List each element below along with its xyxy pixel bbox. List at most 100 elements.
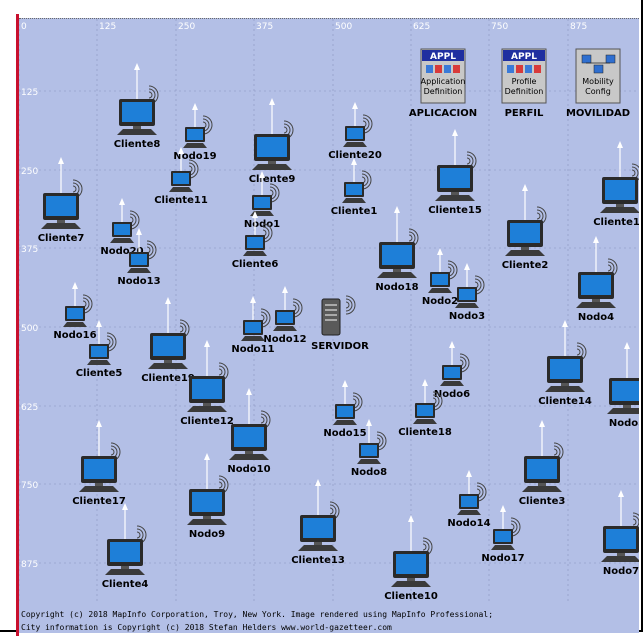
node-cliente15[interactable]: Cliente15 xyxy=(428,129,482,216)
antenna-arrow-icon xyxy=(72,282,78,289)
node-cliente3[interactable]: Cliente3 xyxy=(519,420,566,507)
antenna-arrow-icon xyxy=(437,248,443,255)
node-nodo6[interactable]: Nodo6 xyxy=(434,341,470,400)
node-cliente18a[interactable]: Nodo18 xyxy=(375,206,419,293)
profile-definition-icon[interactable]: APPL ProfileDefinition PERFIL xyxy=(501,48,547,119)
keyboard xyxy=(545,386,585,392)
config-glyph xyxy=(507,65,514,73)
node-nodo14[interactable]: Nodo14 xyxy=(447,470,491,529)
antenna-arrow-icon xyxy=(366,419,372,426)
keyboard xyxy=(169,187,193,192)
node-nodo20[interactable]: Nodo20 xyxy=(100,198,144,257)
node-label: Cliente11 xyxy=(154,195,208,206)
node-label: Cliente15 xyxy=(428,205,482,216)
node-nodo3[interactable]: Nodo3 xyxy=(449,263,485,322)
node-cliente20[interactable]: Cliente20 xyxy=(328,102,382,161)
node-label: Cliente2 xyxy=(502,260,549,271)
antenna-arrow-icon xyxy=(250,296,256,303)
y-tick-label: 125 xyxy=(21,88,38,98)
wireless-wave-icon xyxy=(260,416,265,424)
y-tick-label: 625 xyxy=(21,403,38,413)
node-cliente9[interactable]: Cliente9 xyxy=(249,98,296,185)
node-nodo11[interactable]: Nodo11 xyxy=(231,296,275,355)
antenna-arrow-icon xyxy=(342,380,348,387)
monitor-stand xyxy=(268,161,276,164)
node-nodo2[interactable]: Nodo2 xyxy=(422,248,458,307)
antenna-arrow-icon xyxy=(204,453,210,460)
config-glyph xyxy=(534,65,541,73)
keyboard xyxy=(63,322,87,327)
node-nodo5[interactable]: Nodo5 xyxy=(607,342,639,429)
keyboard xyxy=(105,569,145,575)
network-canvas: 0 125 250 375 500 625 750 875 125 250 375 500 625 75… xyxy=(0,0,643,636)
config-badge-text: APPL xyxy=(430,52,456,62)
antenna-arrow-icon xyxy=(464,263,470,270)
config-line-1: Profile xyxy=(512,77,537,86)
keyboard xyxy=(576,302,616,308)
config-label: APLICACION xyxy=(409,108,477,119)
monitor-screen xyxy=(440,168,470,188)
y-tick-label: 875 xyxy=(21,560,38,570)
monitor-screen xyxy=(187,129,203,140)
node-nodo15[interactable]: Nodo15 xyxy=(323,380,367,439)
y-axis-labels: 125 250 375 500 625 750 875 xyxy=(21,88,38,570)
node-cliente14[interactable]: Cliente14 xyxy=(538,320,592,407)
monitor-stand xyxy=(592,299,600,302)
node-cliente4[interactable]: Cliente4 xyxy=(102,503,149,590)
wireless-wave-icon xyxy=(576,348,581,356)
monitor-stand xyxy=(314,542,322,545)
node-cliente10[interactable]: Cliente10 xyxy=(384,515,438,602)
node-cliente2[interactable]: Cliente2 xyxy=(502,184,549,271)
config-glyph xyxy=(453,65,460,73)
monitor-screen xyxy=(581,275,611,295)
monitor-stand xyxy=(561,383,569,386)
node-cliente16[interactable]: Cliente16 xyxy=(593,141,639,228)
node-cliente5[interactable]: Cliente5 xyxy=(76,320,123,379)
project-workspace[interactable]: 0 125 250 375 500 625 750 875 125 250 375 500 625 75… xyxy=(19,18,639,633)
node-label: Nodo16 xyxy=(53,330,96,341)
node-nodo10[interactable]: Nodo10 xyxy=(227,388,271,475)
monitor-screen xyxy=(337,406,353,417)
keyboard xyxy=(241,336,265,341)
node-nodo17[interactable]: Nodo17 xyxy=(481,505,525,564)
node-cliente17[interactable]: Cliente17 xyxy=(72,420,126,507)
monitor-screen xyxy=(67,308,83,319)
node-cliente18[interactable]: Cliente18 xyxy=(398,379,452,438)
y-tick-label: 750 xyxy=(21,481,38,491)
node-label: Nodo17 xyxy=(481,553,524,564)
server-bay xyxy=(325,319,337,321)
mobility-node-glyph xyxy=(605,54,616,64)
node-nodo4[interactable]: Nodo4 xyxy=(576,236,618,323)
monitor-screen xyxy=(173,173,189,184)
topology-view[interactable]: 0 125 250 375 500 625 750 875 125 250 375 500 625 75… xyxy=(19,19,639,633)
monitor-screen xyxy=(510,223,540,243)
node-servidor[interactable]: SERVIDOR xyxy=(311,295,369,352)
node-nodo9[interactable]: Nodo9 xyxy=(187,453,229,540)
antenna-arrow-icon xyxy=(449,341,455,348)
monitor-screen xyxy=(114,224,130,235)
monitor-stand xyxy=(538,483,546,486)
node-cliente1[interactable]: Cliente1 xyxy=(331,158,378,217)
monitor-stand xyxy=(617,553,625,556)
node-cliente19[interactable]: Cliente19 xyxy=(141,297,195,384)
monitor-screen xyxy=(432,274,448,285)
wireless-wave-icon xyxy=(536,212,541,220)
network-nodes[interactable]: Cliente8Nodo19Cliente9Cliente20Cliente11… xyxy=(38,63,639,602)
application-definition-icon[interactable]: APPL ApplicationDefinition APLICACION xyxy=(409,48,477,119)
node-nodo16[interactable]: Nodo16 xyxy=(53,282,97,341)
config-objects[interactable]: APPLApplicationDefinitionAPLICACIONAPPLP… xyxy=(409,48,630,119)
monitor-screen xyxy=(550,359,580,379)
keyboard xyxy=(229,454,269,460)
node-cliente8[interactable]: Cliente8 xyxy=(114,63,161,150)
copyright-line-2: City information is Copyright (c) 2018 S… xyxy=(21,623,392,632)
node-nodo7[interactable]: Nodo7 xyxy=(601,490,639,577)
keyboard xyxy=(457,510,481,515)
keyboard xyxy=(148,363,188,369)
monitor-screen xyxy=(606,529,636,549)
mobility-config-icon[interactable]: MobilityConfig MOVILIDAD xyxy=(566,48,630,119)
x-tick-label: 0 xyxy=(21,22,27,32)
antenna-arrow-icon xyxy=(422,379,428,386)
node-cliente13[interactable]: Cliente13 xyxy=(291,479,345,566)
node-label: Cliente6 xyxy=(232,259,279,270)
monitor-stand xyxy=(393,269,401,272)
